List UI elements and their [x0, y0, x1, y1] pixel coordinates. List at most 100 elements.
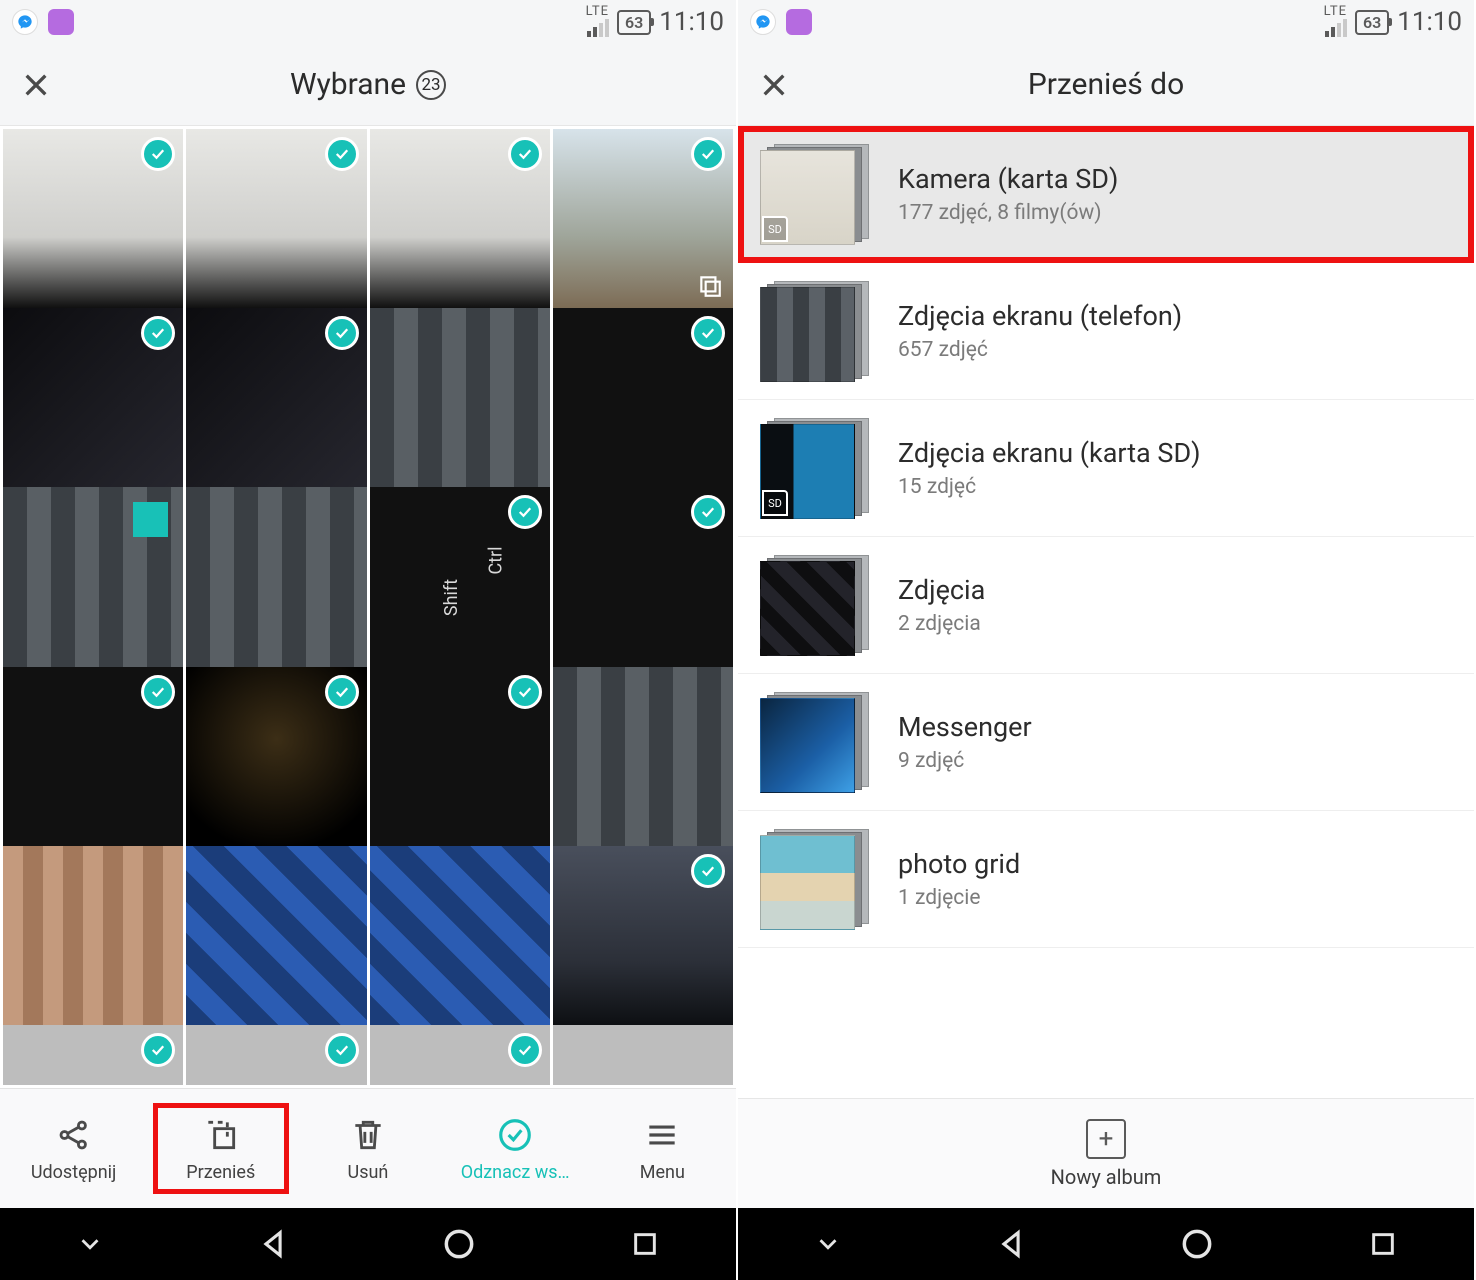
app-icon [786, 9, 812, 35]
selection-header: Wybrane 23 [0, 44, 736, 126]
nav-recent-icon[interactable] [629, 1228, 661, 1260]
nav-chevron-down-icon[interactable] [813, 1229, 843, 1259]
selected-check-icon [691, 316, 725, 350]
photo-cell[interactable] [370, 1025, 550, 1085]
photo-cell[interactable] [553, 308, 733, 488]
photo-cell[interactable] [3, 667, 183, 847]
album-item[interactable]: SDZdjęcia ekranu (karta SD)15 zdjęć [738, 400, 1474, 537]
android-navbar [0, 1208, 736, 1280]
photo-cell[interactable] [186, 308, 366, 488]
stack-icon [697, 273, 723, 299]
nav-back-icon[interactable] [256, 1227, 290, 1261]
move-to-header: Przenieś do [738, 44, 1474, 126]
photo-cell[interactable] [186, 487, 366, 667]
selected-count: 23 [416, 70, 446, 100]
nav-back-icon[interactable] [994, 1227, 1028, 1261]
photo-cell[interactable] [3, 1025, 183, 1085]
page-title: Przenieś do [1028, 67, 1184, 102]
move-icon [200, 1114, 242, 1156]
album-thumbnail [760, 829, 870, 929]
selected-check-icon [141, 137, 175, 171]
album-subtitle: 9 zdjęć [898, 749, 1452, 773]
photo-cell[interactable] [3, 308, 183, 488]
album-item[interactable]: Zdjęcia2 zdjęcia [738, 537, 1474, 674]
nav-chevron-down-icon[interactable] [75, 1229, 105, 1259]
album-item[interactable]: photo grid1 zdjęcie [738, 811, 1474, 948]
trash-icon [347, 1114, 389, 1156]
selected-check-icon [141, 675, 175, 709]
messenger-icon [12, 9, 38, 35]
check-circle-icon [494, 1114, 536, 1156]
selected-check-icon [325, 675, 359, 709]
photo-grid [0, 126, 736, 1088]
share-button[interactable]: Udostępnij [9, 1106, 139, 1191]
photo-cell[interactable] [3, 487, 183, 667]
app-icon [48, 9, 74, 35]
nav-recent-icon[interactable] [1367, 1228, 1399, 1260]
album-item[interactable]: Zdjęcia ekranu (telefon)657 zdjęć [738, 263, 1474, 400]
signal-icon [1325, 17, 1347, 37]
selected-check-icon [325, 1033, 359, 1067]
photo-cell[interactable] [553, 129, 733, 309]
photo-cell[interactable] [553, 1025, 733, 1085]
clock: 11:10 [659, 7, 724, 37]
photo-cell[interactable] [370, 308, 550, 488]
phone-right: LTE 63 11:10 Przenieś do SDKamera (karta… [738, 0, 1476, 1280]
move-button[interactable]: Przenieś [156, 1106, 286, 1191]
phone-left: LTE 63 11:10 Wybrane 23 Udostępnij [0, 0, 738, 1280]
photo-cell[interactable] [553, 846, 733, 1026]
album-subtitle: 1 zdjęcie [898, 886, 1452, 910]
selected-check-icon [141, 316, 175, 350]
new-album-button[interactable]: + Nowy album [738, 1098, 1474, 1208]
album-subtitle: 15 zdjęć [898, 475, 1452, 499]
deselect-all-button[interactable]: Odznacz ws… [450, 1106, 580, 1191]
nav-home-icon[interactable] [440, 1225, 478, 1263]
album-item[interactable]: Messenger 9 zdjęć [738, 674, 1474, 811]
photo-cell[interactable] [553, 667, 733, 847]
album-thumbnail [760, 692, 870, 792]
photo-cell[interactable] [553, 487, 733, 667]
menu-button[interactable]: Menu [597, 1106, 727, 1191]
album-subtitle: 657 zdjęć [898, 338, 1452, 362]
delete-button[interactable]: Usuń [303, 1106, 433, 1191]
photo-cell[interactable] [3, 129, 183, 309]
photo-cell[interactable] [370, 667, 550, 847]
lte-indicator: LTE [1324, 7, 1347, 17]
photo-cell[interactable] [370, 846, 550, 1026]
selected-check-icon [691, 495, 725, 529]
sd-badge-icon: SD [762, 216, 788, 242]
album-title: Zdjęcia [898, 574, 1452, 606]
selected-check-icon [325, 316, 359, 350]
selected-check-icon [508, 137, 542, 171]
album-title: Messenger [898, 711, 1452, 743]
lte-indicator: LTE [586, 7, 609, 17]
clock: 11:10 [1397, 7, 1462, 37]
photo-cell[interactable] [370, 487, 550, 667]
page-title: Wybrane [290, 67, 406, 102]
selected-check-icon [508, 675, 542, 709]
selected-check-icon [141, 1033, 175, 1067]
selected-check-icon [691, 137, 725, 171]
photo-cell[interactable] [186, 129, 366, 309]
battery-indicator: 63 [617, 10, 651, 35]
photo-cell[interactable] [370, 129, 550, 309]
signal-icon [587, 17, 609, 37]
nav-home-icon[interactable] [1178, 1225, 1216, 1263]
status-bar: LTE 63 11:10 [0, 0, 736, 44]
status-bar: LTE 63 11:10 [738, 0, 1474, 44]
android-navbar [738, 1208, 1474, 1280]
album-thumbnail: SD [760, 144, 870, 244]
photo-cell[interactable] [3, 846, 183, 1026]
messenger-icon [750, 9, 776, 35]
album-thumbnail [760, 555, 870, 655]
selected-check-icon [691, 854, 725, 888]
photo-cell[interactable] [186, 1025, 366, 1085]
bottom-toolbar: Udostępnij Przenieś Usuń [0, 1088, 736, 1208]
selected-check-icon [325, 137, 359, 171]
photo-cell[interactable] [186, 667, 366, 847]
album-item[interactable]: SDKamera (karta SD)177 zdjęć, 8 filmy(ów… [738, 126, 1474, 263]
album-title: Zdjęcia ekranu (karta SD) [898, 437, 1452, 469]
photo-cell[interactable] [186, 846, 366, 1026]
share-icon [53, 1114, 95, 1156]
plus-icon: + [1086, 1119, 1126, 1159]
